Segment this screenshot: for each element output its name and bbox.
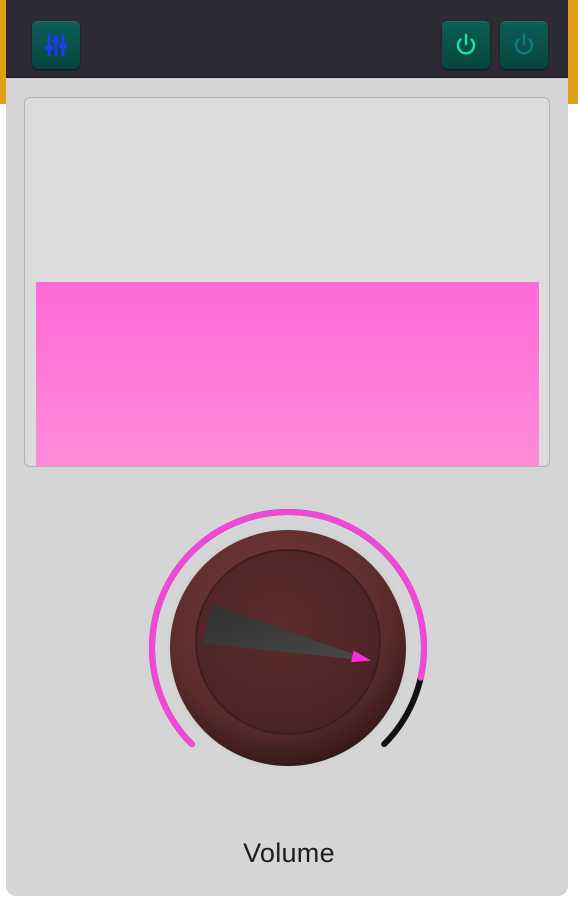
equalizer-settings-button[interactable] <box>32 21 80 69</box>
volume-knob-graphic[interactable] <box>138 502 438 802</box>
window-gap <box>570 104 578 204</box>
app-frame: Volume <box>0 0 578 900</box>
power-icon <box>514 33 534 55</box>
volume-label: Volume <box>243 838 335 868</box>
top-toolbar <box>6 0 568 78</box>
power-on-button[interactable] <box>442 21 490 69</box>
power-icon <box>456 33 476 55</box>
level-meter-display <box>24 97 550 467</box>
power-off-button[interactable] <box>500 21 548 69</box>
level-meter-bar <box>36 282 539 466</box>
sliders-icon <box>45 33 67 57</box>
volume-knob[interactable] <box>138 502 438 802</box>
